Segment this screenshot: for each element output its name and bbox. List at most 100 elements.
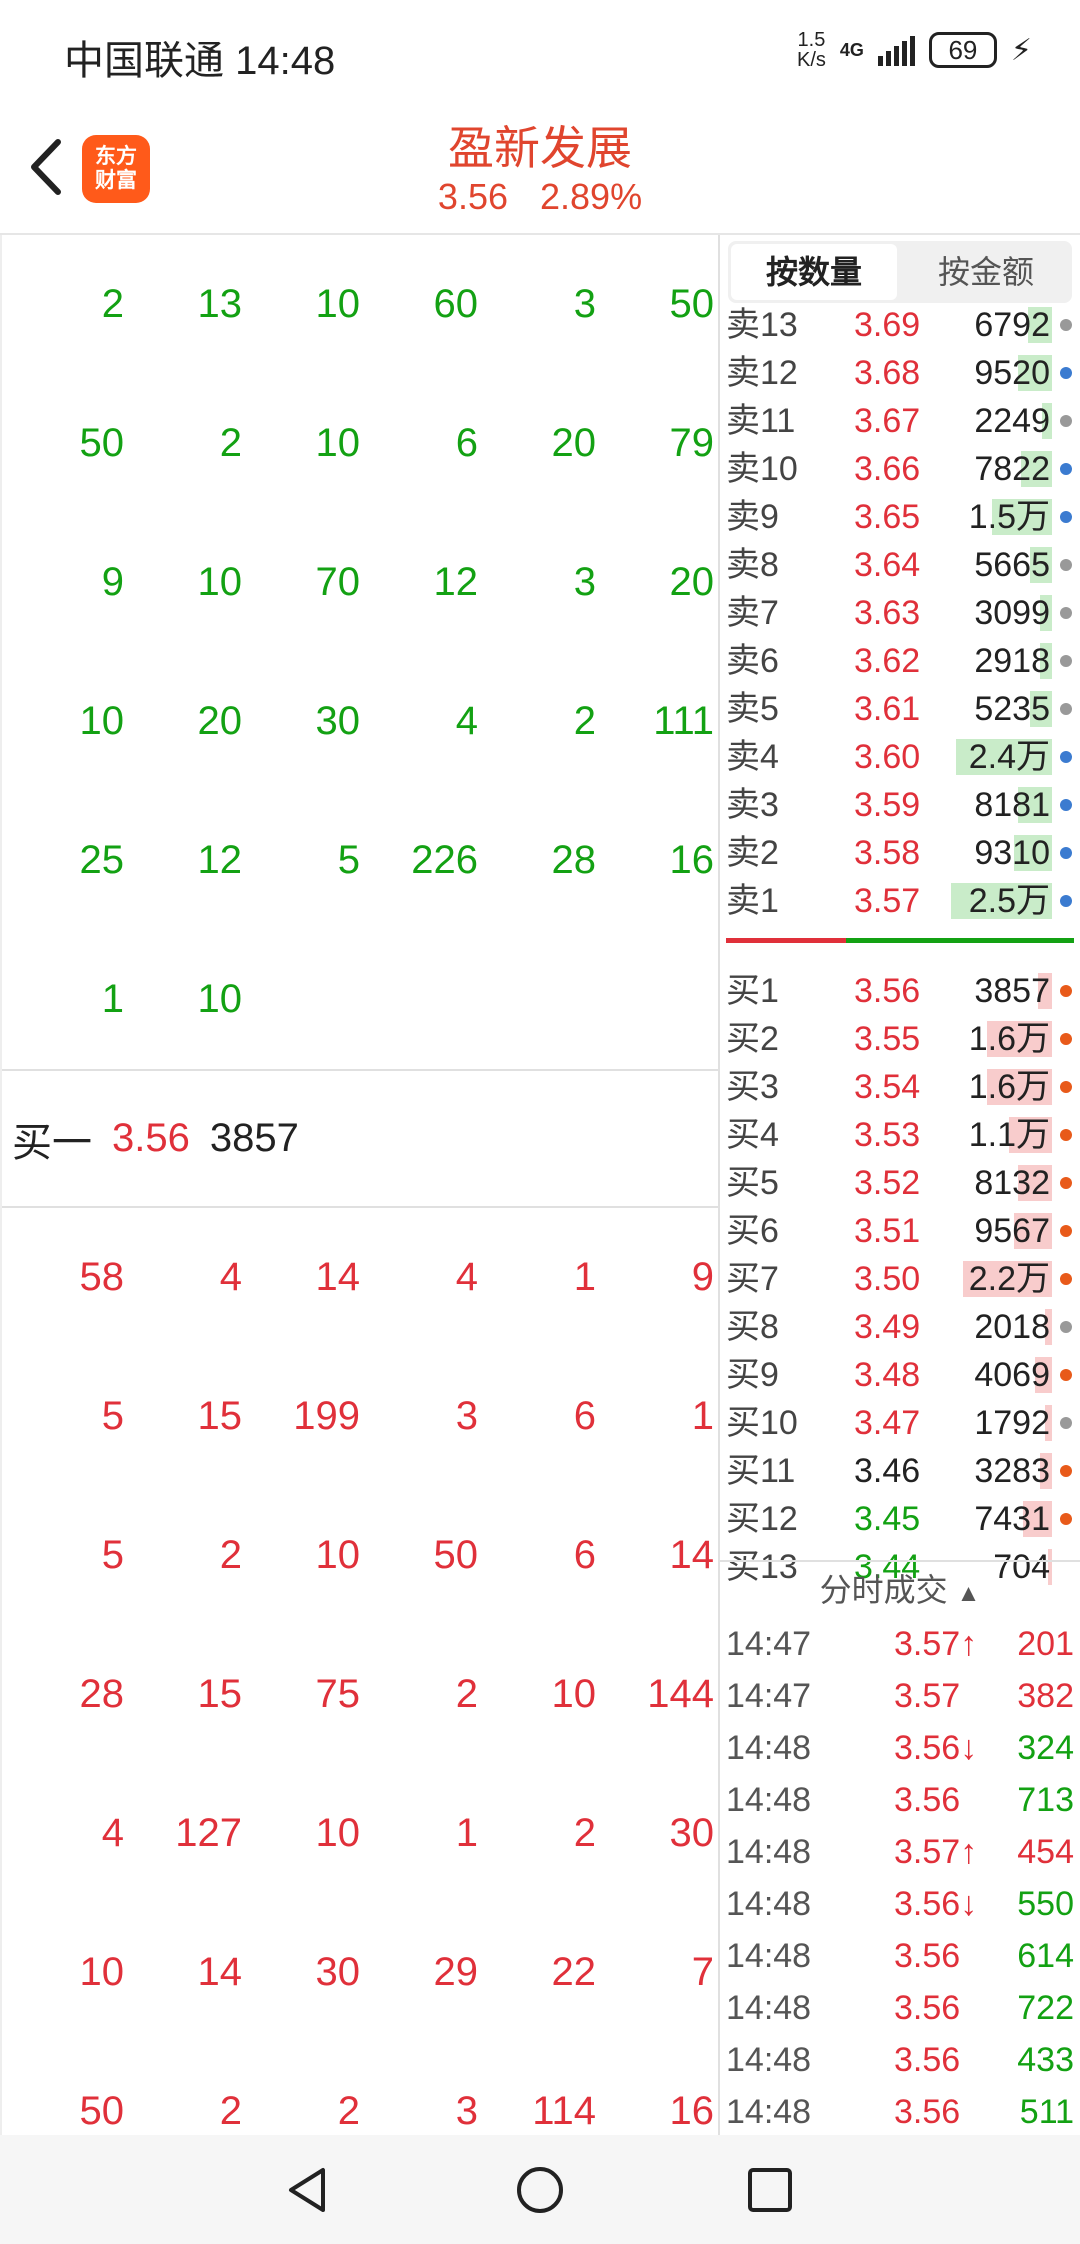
tick-row[interactable]: 14:47 3.57 382 <box>720 1670 1080 1722</box>
sell-level-volume: 9520 <box>974 354 1050 392</box>
sell-level-volume: 2.5万 <box>968 882 1050 920</box>
tick-time: 14:48 <box>726 1833 812 1871</box>
buy-level-row[interactable]: 买5 3.52 8132 <box>720 1159 1080 1207</box>
buy-level-row[interactable]: 买4 3.53 1.1万 <box>720 1111 1080 1159</box>
sell-level-dot <box>1060 607 1072 619</box>
buy-level-row[interactable]: 买3 3.54 1.6万 <box>720 1063 1080 1111</box>
tab-by-amount[interactable]: 按金额 <box>903 244 1069 300</box>
sell-level-row[interactable]: 卖1 3.57 2.5万 <box>720 877 1080 925</box>
buy-level-row[interactable]: 买12 3.45 7431 <box>720 1495 1080 1543</box>
tick-row[interactable]: 14:48 3.56↓ 324 <box>720 1722 1080 1774</box>
buy-level-row[interactable]: 买10 3.47 1792 <box>720 1399 1080 1447</box>
buy-level-label: 买5 <box>726 1164 779 1202</box>
tick-list[interactable]: 14:47 3.57↑ 201 14:47 3.57 382 14:48 3.56↓ 324 14… <box>720 1618 1080 2138</box>
tick-price: 3.56 <box>894 1781 961 1819</box>
sell-level-row[interactable]: 卖13 3.69 6792 <box>720 301 1080 349</box>
sell-level-row[interactable]: 卖7 3.63 3099 <box>720 589 1080 637</box>
buy-queue-queue-cell: 6 <box>573 1533 596 1577</box>
buy-level-dot <box>1060 1225 1072 1237</box>
tick-volume: 324 <box>1017 1729 1074 1767</box>
buy-one-label: 买一 <box>12 1120 92 1165</box>
buy-level-row[interactable]: 买9 3.48 4069 <box>720 1351 1080 1399</box>
nav-home-icon[interactable] <box>515 2165 565 2215</box>
sell-level-row[interactable]: 卖9 3.65 1.5万 <box>720 493 1080 541</box>
buy-level-dot <box>1060 1417 1072 1429</box>
buy-queue-queue-cell: 4 <box>455 1255 478 1299</box>
sell-level-row[interactable]: 卖6 3.62 2918 <box>720 637 1080 685</box>
buy-level-price: 3.46 <box>854 1452 921 1490</box>
tick-row[interactable]: 14:48 3.56 722 <box>720 1982 1080 2034</box>
buy-queue-queue-cell: 9 <box>691 1255 714 1299</box>
buy-level-dot <box>1060 1273 1072 1285</box>
sell-queue-queue-cell: 30 <box>315 699 361 743</box>
tab-by-volume[interactable]: 按数量 <box>731 244 897 300</box>
sell-level-dot <box>1060 463 1072 475</box>
buy-level-price: 3.49 <box>854 1308 921 1346</box>
change-percent: 2.89% <box>540 176 643 217</box>
net-speed-unit: K/s <box>797 49 826 71</box>
sell-level-volume: 5235 <box>974 690 1050 728</box>
tick-row[interactable]: 14:48 3.56 433 <box>720 2034 1080 2086</box>
sell-queue-queue-cell: 10 <box>315 282 361 326</box>
buy-level-volume: 3857 <box>974 972 1050 1010</box>
sell-queue-queue-cell: 2 <box>101 282 124 326</box>
buy-level-row[interactable]: 买11 3.46 3283 <box>720 1447 1080 1495</box>
tick-time: 14:48 <box>726 1989 812 2027</box>
sell-level-label: 卖3 <box>726 786 779 824</box>
sell-level-dot <box>1060 559 1072 571</box>
sell-level-row[interactable]: 卖11 3.67 2249 <box>720 397 1080 445</box>
tick-row[interactable]: 14:48 3.56 713 <box>720 1774 1080 1826</box>
sell-level-price: 3.62 <box>854 642 921 680</box>
sell-level-row[interactable]: 卖10 3.66 7822 <box>720 445 1080 493</box>
sell-queue-row: 2 13 10 60 3 50 <box>2 235 718 374</box>
sell-queue-row: 25 12 5 226 28 16 <box>2 791 718 930</box>
book-gap <box>720 955 1080 967</box>
buy-level-row[interactable]: 买8 3.49 2018 <box>720 1303 1080 1351</box>
buy-queue-queue-cell: 29 <box>433 1950 479 1994</box>
buy-level-price: 3.53 <box>854 1116 921 1154</box>
sell-queue-queue-cell: 16 <box>669 838 715 882</box>
buy-level-price: 3.54 <box>854 1068 921 1106</box>
sell-level-row[interactable]: 卖3 3.59 8181 <box>720 781 1080 829</box>
nav-back-icon[interactable] <box>283 2165 333 2215</box>
sell-level-row[interactable]: 卖4 3.60 2.4万 <box>720 733 1080 781</box>
sell-level-label: 卖11 <box>726 402 796 440</box>
tick-row[interactable]: 14:48 3.57↑ 454 <box>720 1826 1080 1878</box>
tick-row[interactable]: 14:48 3.56 511 <box>720 2086 1080 2138</box>
tick-row[interactable]: 14:48 3.56↓ 550 <box>720 1878 1080 1930</box>
buy-level-dot <box>1060 1321 1072 1333</box>
buy-level-row[interactable]: 买6 3.51 9567 <box>720 1207 1080 1255</box>
sell-level-dot <box>1060 799 1072 811</box>
tick-row[interactable]: 14:47 3.57↑ 201 <box>720 1618 1080 1670</box>
sell-queue-queue-cell: 6 <box>455 421 478 465</box>
buy-level-label: 买4 <box>726 1116 779 1154</box>
sell-level-row[interactable]: 卖5 3.61 5235 <box>720 685 1080 733</box>
sell-level-volume: 2918 <box>974 642 1050 680</box>
buy-level-volume: 2.2万 <box>968 1260 1050 1298</box>
ticks-header[interactable]: 分时成交 ▲ <box>720 1560 1080 1618</box>
carrier-time: 中国联通 14:48 <box>64 39 336 83</box>
sell-level-label: 卖7 <box>726 594 779 632</box>
sell-level-row[interactable]: 卖8 3.64 5665 <box>720 541 1080 589</box>
tick-price: 3.56↓ <box>894 1729 978 1767</box>
tick-row[interactable]: 14:48 3.56 614 <box>720 1930 1080 1982</box>
sell-level-label: 卖5 <box>726 690 779 728</box>
network-type: 4G <box>839 40 864 60</box>
buy-level-label: 买12 <box>726 1500 798 1538</box>
buy-level-row[interactable]: 买7 3.50 2.2万 <box>720 1255 1080 1303</box>
nav-recents-icon[interactable] <box>745 2165 795 2215</box>
buy-queue-queue-cell: 75 <box>315 1672 361 1716</box>
buy-level-row[interactable]: 买1 3.56 3857 <box>720 967 1080 1015</box>
book-divider-red <box>726 938 846 943</box>
sell-level-row[interactable]: 卖12 3.68 9520 <box>720 349 1080 397</box>
buy-queue-queue-cell: 1 <box>691 1394 714 1438</box>
buy-queue-queue-cell: 127 <box>175 1811 242 1855</box>
buy-queue-row: 5 2 10 50 6 14 <box>2 1486 718 1625</box>
queue-detail-panel[interactable]: 2 13 10 60 3 50 50 2 10 6 20 79 9 10 70 12 3 20 10 20 30 4 2 11… <box>0 235 718 2135</box>
buy-level-row[interactable]: 买2 3.55 1.6万 <box>720 1015 1080 1063</box>
buy-level-label: 买10 <box>726 1404 798 1442</box>
sell-level-row[interactable]: 卖2 3.58 9310 <box>720 829 1080 877</box>
order-book[interactable]: 卖13 3.69 6792 卖12 3.68 9520 卖11 3.67 2249 卖10 3.66… <box>720 301 1080 1591</box>
buy-queue-row: 4 127 10 1 2 30 <box>2 1764 718 1903</box>
sell-queue-queue-cell: 10 <box>79 699 125 743</box>
